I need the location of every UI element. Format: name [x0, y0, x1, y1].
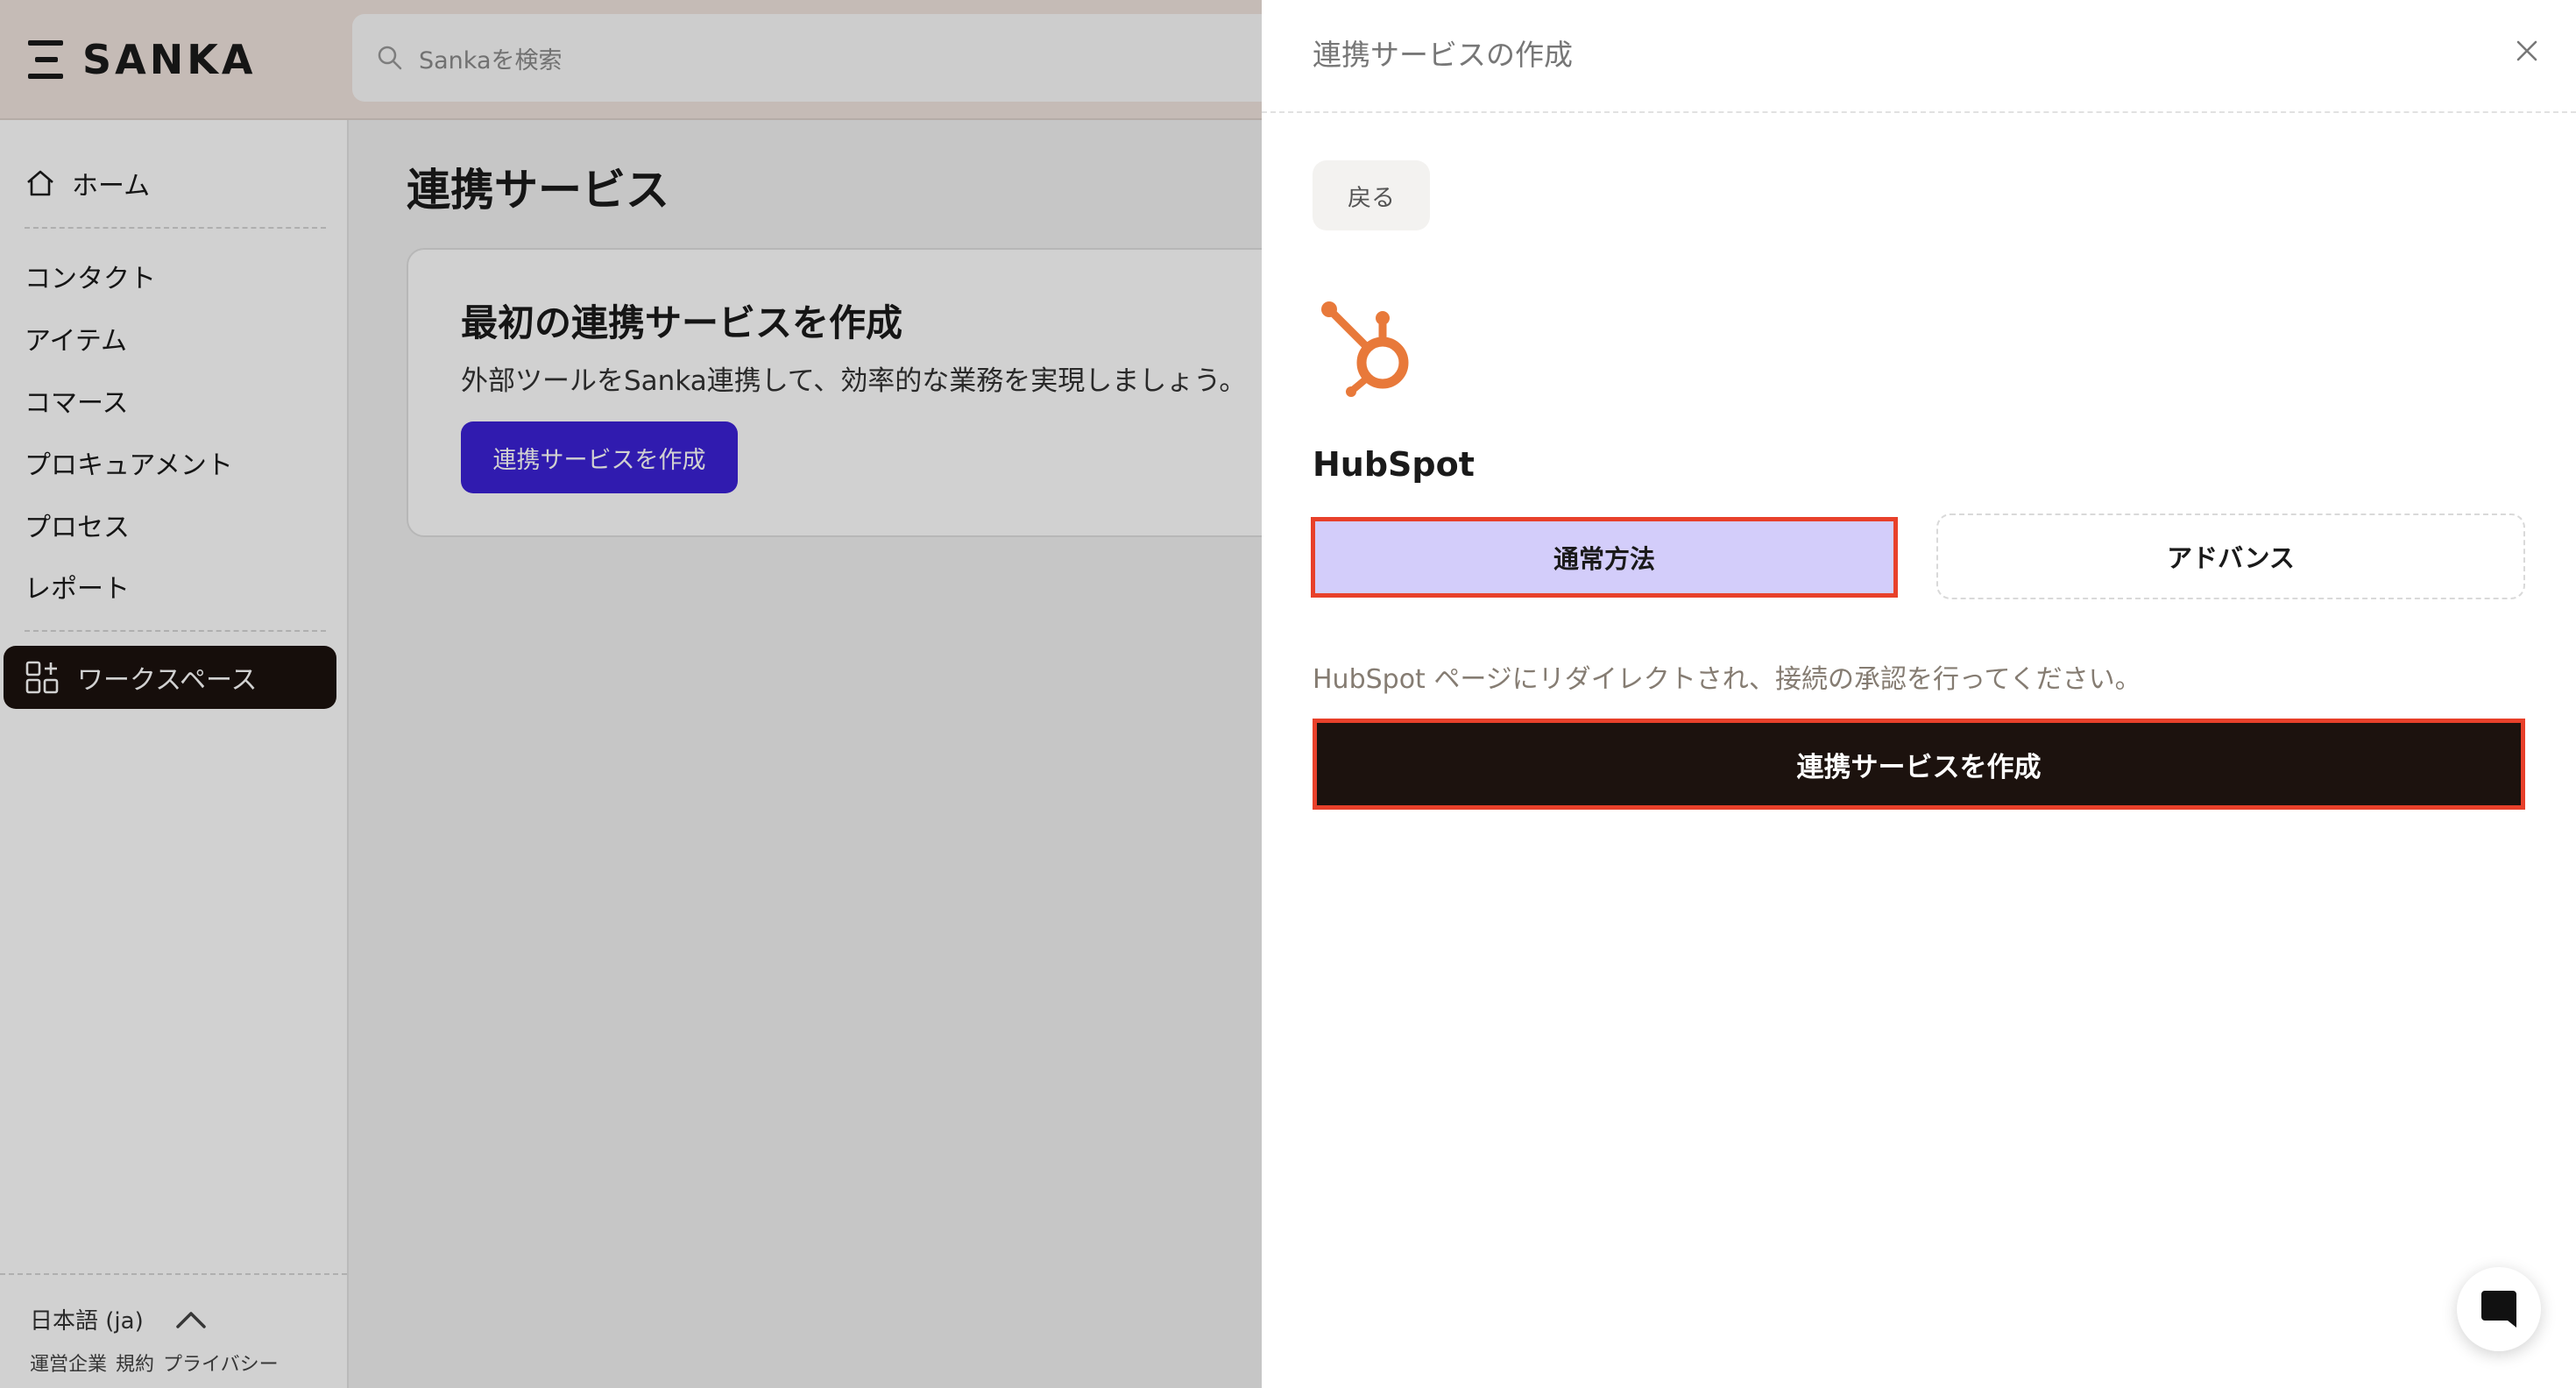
- close-icon: [2516, 40, 2537, 61]
- hubspot-logo-icon: [1321, 301, 1409, 397]
- create-integration-drawer: 連携サービスの作成 戻る HubSpot 通常方法 アドバンス HubSpot …: [1262, 0, 2576, 1388]
- drawer-header: 連携サービスの作成: [1262, 0, 2576, 113]
- tab-normal-method[interactable]: 通常方法: [1311, 517, 1898, 598]
- close-button[interactable]: [2509, 33, 2544, 68]
- create-integration-submit-button[interactable]: 連携サービスを作成: [1313, 719, 2525, 810]
- modal-backdrop[interactable]: [0, 0, 1262, 1388]
- redirect-description: HubSpot ページにリダイレクトされ、接続の承認を行ってください。: [1313, 664, 2141, 695]
- service-name: HubSpot: [1313, 445, 1475, 484]
- back-button[interactable]: 戻る: [1313, 160, 1430, 230]
- drawer-title: 連携サービスの作成: [1313, 38, 1573, 72]
- chat-widget-button[interactable]: [2457, 1267, 2541, 1351]
- tab-advanced[interactable]: アドバンス: [1936, 513, 2525, 599]
- chat-icon: [2481, 1291, 2516, 1328]
